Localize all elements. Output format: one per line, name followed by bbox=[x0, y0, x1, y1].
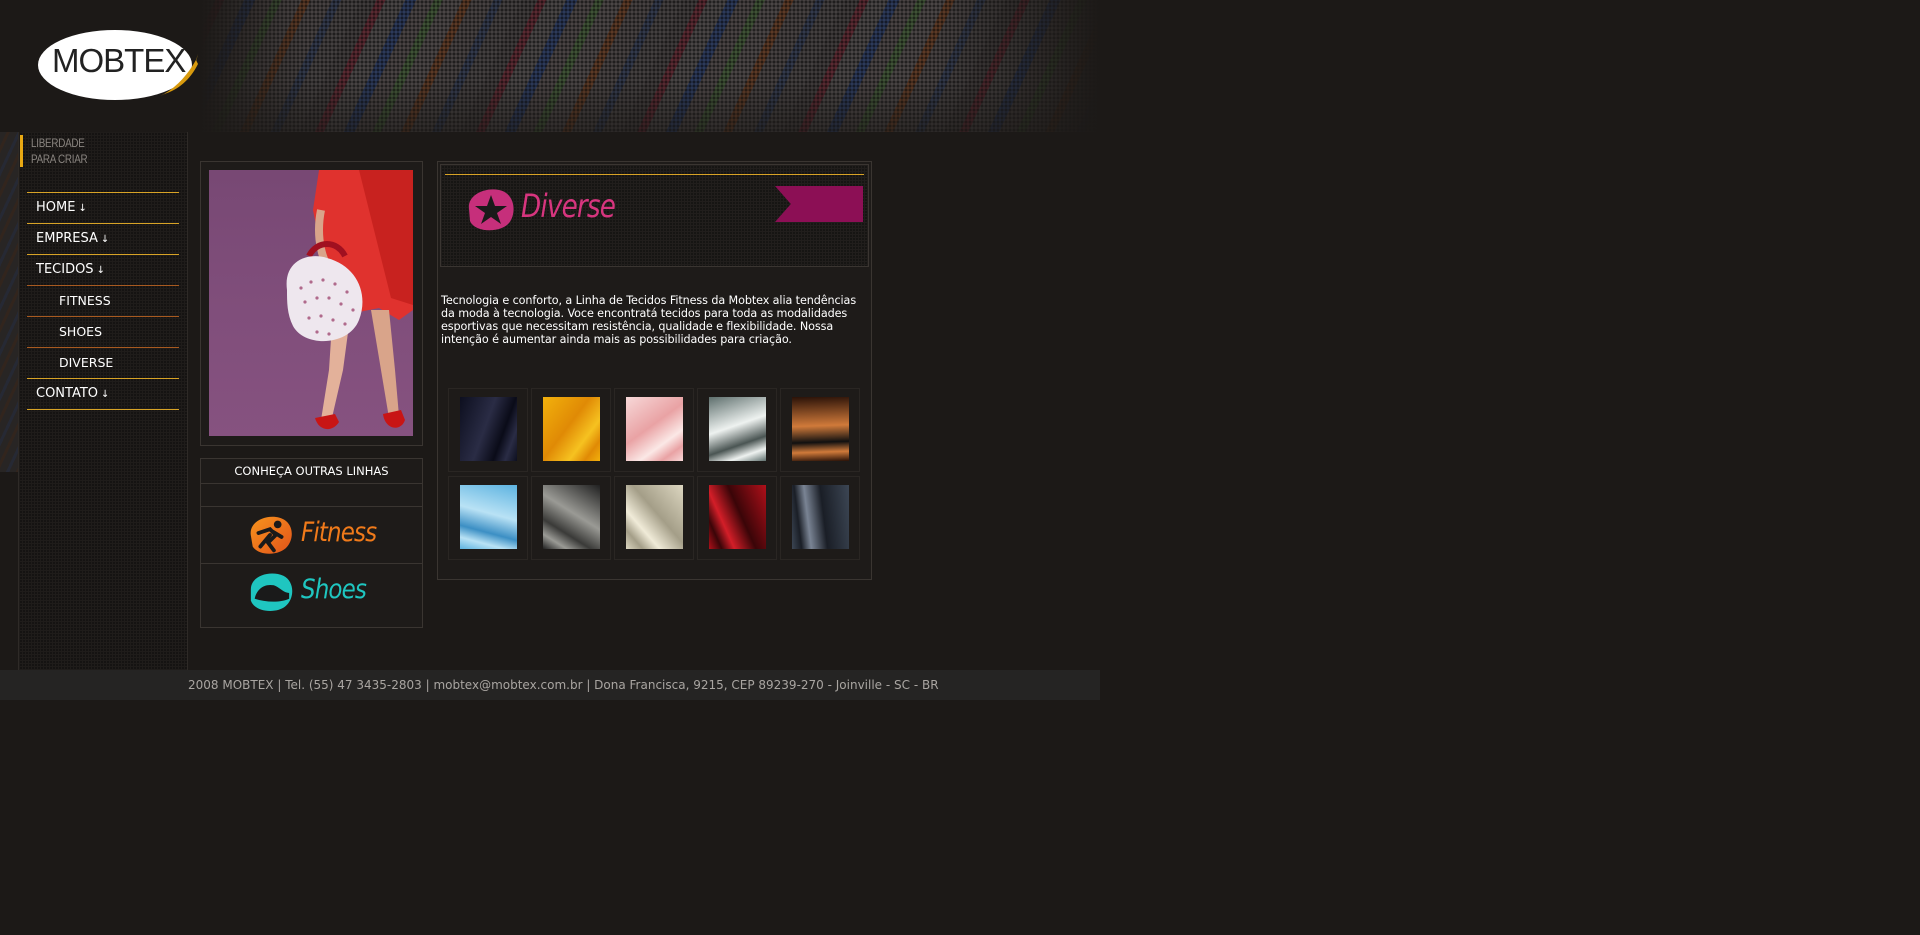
fabric-swatch-silver-fabric[interactable] bbox=[709, 397, 766, 461]
swatch-cell bbox=[697, 476, 777, 560]
swatch-cell bbox=[614, 388, 694, 472]
edge-decoration bbox=[0, 132, 18, 472]
fabric-swatch-red-fabric[interactable] bbox=[709, 485, 766, 549]
header-banner bbox=[200, 0, 1100, 132]
nav-label: SHOES bbox=[59, 324, 103, 339]
footer: 2008 MOBTEX | Tel. (55) 47 3435-2803 | m… bbox=[0, 670, 1100, 700]
star-icon bbox=[468, 189, 514, 231]
header: MOBTEX bbox=[0, 0, 1100, 132]
main-nav: HOME ↓ EMPRESA ↓ TECIDOS ↓ FITNESS SHOES DI… bbox=[27, 192, 179, 411]
nav-label: CONTATO bbox=[36, 386, 99, 401]
swatch-cell bbox=[614, 476, 694, 560]
nav-item-contato[interactable]: CONTATO ↓ bbox=[27, 378, 179, 409]
fabric-swatch-pink-fabric[interactable] bbox=[626, 397, 683, 461]
shoe-icon bbox=[250, 573, 293, 611]
logo-text: MOBTEX bbox=[52, 42, 186, 79]
section-flag bbox=[775, 186, 863, 222]
main-content-panel: Diverse Tecnologia e conforto, a Linha d… bbox=[437, 161, 872, 580]
swatch-cell bbox=[531, 476, 611, 560]
swatch-cell bbox=[780, 476, 860, 560]
fabric-swatch-slate-fabric[interactable] bbox=[792, 485, 849, 549]
nav-label: HOME bbox=[36, 200, 76, 215]
swatch-cell bbox=[697, 388, 777, 472]
nav-subitem-shoes[interactable]: SHOES bbox=[27, 316, 179, 347]
swatch-cell bbox=[531, 388, 611, 472]
section-header: Diverse bbox=[440, 164, 869, 267]
nav-label: DIVERSE bbox=[59, 355, 114, 370]
arrow-down-icon: ↓ bbox=[78, 203, 87, 214]
runner-icon bbox=[250, 516, 292, 554]
fashion-photo bbox=[209, 170, 413, 436]
mobtex-logo[interactable]: MOBTEX bbox=[38, 30, 198, 102]
swatch-cell bbox=[448, 476, 528, 560]
nav-subitem-fitness[interactable]: FITNESS bbox=[27, 285, 179, 316]
other-lines-title: CONHEÇA OUTRAS LINHAS bbox=[201, 459, 422, 484]
nav-label: EMPRESA bbox=[36, 231, 98, 246]
nav-label: TECIDOS bbox=[36, 262, 94, 277]
shoes-line-label: Shoes bbox=[301, 574, 367, 605]
fabric-swatch-yellow-fabric[interactable] bbox=[543, 397, 600, 461]
woman-with-bag-illustration bbox=[209, 170, 413, 436]
panel-spacer bbox=[201, 484, 422, 507]
nav-item-tecidos[interactable]: TECIDOS ↓ bbox=[27, 254, 179, 285]
nav-label: FITNESS bbox=[59, 293, 111, 308]
footer-text: 2008 MOBTEX | Tel. (55) 47 3435-2803 | m… bbox=[188, 678, 939, 692]
nav-item-empresa[interactable]: EMPRESA ↓ bbox=[27, 223, 179, 254]
fabric-swatch-grid bbox=[448, 388, 863, 560]
shoes-line-link[interactable]: Shoes bbox=[201, 564, 422, 620]
fabric-swatch-navy-fabric[interactable] bbox=[460, 397, 517, 461]
fitness-line-label: Fitness bbox=[301, 517, 377, 548]
fitness-line-link[interactable]: Fitness bbox=[201, 507, 422, 564]
section-description: Tecnologia e conforto, a Linha de Tecido… bbox=[441, 294, 857, 346]
header-rule bbox=[445, 174, 864, 175]
arrow-down-icon: ↓ bbox=[101, 389, 110, 400]
tagline-line-2: PARA CRIAR bbox=[31, 152, 88, 166]
nav-item-home[interactable]: HOME ↓ bbox=[27, 192, 179, 223]
fabric-swatch-blue-fabric[interactable] bbox=[460, 485, 517, 549]
photo-panel bbox=[200, 161, 423, 446]
other-lines-panel: CONHEÇA OUTRAS LINHAS Fitness Shoes bbox=[200, 458, 423, 628]
swatch-cell bbox=[448, 388, 528, 472]
fabric-swatch-striped-fabric[interactable] bbox=[792, 397, 849, 461]
swatch-cell bbox=[780, 388, 860, 472]
tagline: LIBERDADE PARA CRIAR bbox=[20, 135, 100, 167]
section-title: Diverse bbox=[521, 187, 616, 225]
arrow-down-icon: ↓ bbox=[96, 265, 105, 276]
nav-subitem-diverse[interactable]: DIVERSE bbox=[27, 347, 179, 378]
site-wrapper: MOBTEX LIBERDADE PARA CRIAR HOME ↓ EMPRES… bbox=[0, 0, 1100, 700]
arrow-down-icon: ↓ bbox=[100, 234, 110, 245]
fabric-swatch-cream-fabric[interactable] bbox=[626, 485, 683, 549]
fabric-swatch-snake-fabric[interactable] bbox=[543, 485, 600, 549]
tagline-line-1: LIBERDADE bbox=[31, 136, 85, 150]
